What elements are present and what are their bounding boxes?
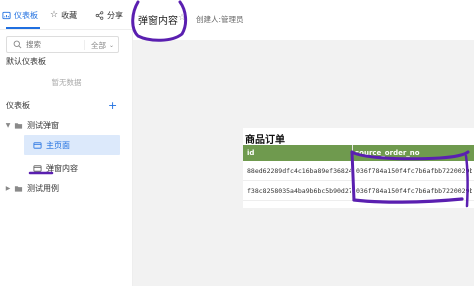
tree-folder-test-popup[interactable]: ▼ 测试弹窗 <box>0 115 133 135</box>
caret-down-icon: ▼ <box>5 121 11 129</box>
table-row[interactable]: 88ed62289dfc4c16ba89ef36824a6... 036f784… <box>243 161 474 181</box>
caret-right-icon: ▶ <box>5 184 11 192</box>
table-cell: 88ed62289dfc4c16ba89ef36824a6... <box>247 167 351 175</box>
tree-folder-test-cases[interactable]: ▶ 测试用例 <box>0 178 133 198</box>
tab-share-label: 分享 <box>107 10 123 20</box>
add-dashboard-button[interactable]: + <box>108 100 117 111</box>
folder-icon <box>14 185 23 192</box>
filter-select-value: 全部 <box>90 40 106 50</box>
chevron-down-icon: ⌄ <box>108 41 114 49</box>
table-cell: 036f784a150f4fc7b6afbb7220029b... <box>356 167 472 175</box>
favorite-star-icon[interactable]: ☆ <box>178 13 186 23</box>
page-title: 弹窗内容 <box>138 16 178 27</box>
dashboard-icon <box>2 11 11 19</box>
tree-page-label: 弹窗内容 <box>46 163 78 173</box>
default-dashboard-title: 默认仪表板 <box>6 57 46 66</box>
column-divider <box>352 145 353 201</box>
filter-select[interactable]: 全部 ⌄ <box>83 40 114 50</box>
empty-state: 暂无数据 <box>51 78 82 87</box>
table-cell: 036f784a150f4fc7b6afbb7220029b... <box>356 187 472 195</box>
table-panel: 商品订单 id source_order_no 88ed62289dfc4c16… <box>243 128 474 208</box>
column-header-source-order-no: source_order_no <box>355 149 420 157</box>
star-icon: ☆ <box>50 10 59 20</box>
page-icon <box>33 164 42 172</box>
table-row[interactable]: f38c8258035a4ba9b6bc5b90d27b6... 036f784… <box>243 181 474 201</box>
table-cell: f38c8258035a4ba9b6bc5b90d27b6... <box>247 187 351 195</box>
dashboard-section-title: 仪表板 <box>6 101 30 110</box>
tab-dashboard-label: 仪表板 <box>14 10 38 20</box>
search-box[interactable]: 全部 ⌄ <box>6 36 119 53</box>
share-icon <box>95 10 104 20</box>
search-input[interactable] <box>26 40 86 49</box>
tree-page-label: 主页面 <box>46 140 70 150</box>
tab-favorites[interactable]: ☆ 收藏 <box>50 8 77 22</box>
page-icon <box>33 141 42 149</box>
main-content: 弹窗内容 ☆ 创建人:管理员 商品订单 id source_order_no 8… <box>133 0 474 286</box>
tab-dashboard[interactable]: 仪表板 <box>2 8 38 22</box>
tree-page-popup-content[interactable]: 弹窗内容 <box>24 158 120 178</box>
table-title: 商品订单 <box>245 135 285 146</box>
tree-folder-label: 测试弹窗 <box>27 120 59 130</box>
folder-icon <box>14 122 23 129</box>
creator-label: 创建人:管理员 <box>196 15 244 24</box>
top-tab-bar: 仪表板 ☆ 收藏 分享 <box>0 0 133 30</box>
main-header: 弹窗内容 ☆ 创建人:管理员 <box>133 0 474 40</box>
tree-page-home[interactable]: 主页面 <box>24 135 120 155</box>
tab-share[interactable]: 分享 <box>95 8 123 22</box>
active-tab-indicator <box>6 27 40 29</box>
column-header-id: id <box>247 149 255 157</box>
sidebar: 全部 ⌄ 默认仪表板 暂无数据 仪表板 + ▼ 测试弹窗 主页面 弹窗内容 ▶ … <box>0 30 133 286</box>
search-icon <box>13 40 22 49</box>
table-header: id source_order_no <box>243 145 474 161</box>
tab-favorites-label: 收藏 <box>61 10 78 20</box>
tree-folder-label: 测试用例 <box>27 183 59 193</box>
